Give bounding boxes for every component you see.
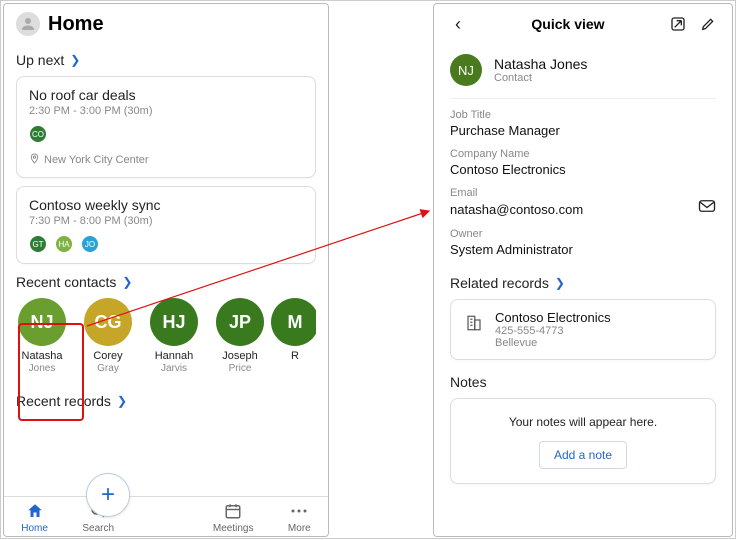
contact-avatar: CG bbox=[84, 298, 132, 346]
field-label: Owner bbox=[450, 228, 716, 240]
recent-records-label: Recent records bbox=[16, 393, 111, 409]
related-title: Contoso Electronics bbox=[495, 310, 611, 325]
contact-type: Contact bbox=[494, 72, 587, 84]
attendee-avatar: CO bbox=[29, 125, 47, 143]
contact-first: Corey bbox=[93, 350, 122, 363]
tab-label: Home bbox=[21, 523, 48, 534]
upnext-label: Up next bbox=[16, 52, 64, 68]
open-button[interactable] bbox=[668, 14, 688, 34]
field-label: Job Title bbox=[450, 109, 716, 121]
field-value: System Administrator bbox=[450, 242, 716, 257]
notes-card: Your notes will appear here. Add a note bbox=[450, 398, 716, 484]
chevron-left-icon: ‹ bbox=[455, 14, 461, 35]
contact-avatar: NJ bbox=[18, 298, 66, 346]
field-label: Email bbox=[450, 187, 716, 199]
tab-label: Meetings bbox=[213, 523, 254, 534]
attendee-avatar: HA bbox=[55, 235, 73, 253]
tab-home[interactable]: Home bbox=[21, 501, 48, 534]
contact-avatar: HJ bbox=[150, 298, 198, 346]
related-phone: 425-555-4773 bbox=[495, 325, 611, 337]
meeting-title: No roof car deals bbox=[29, 87, 303, 103]
recent-records-header[interactable]: Recent records ❯ bbox=[16, 393, 316, 409]
home-header: Home bbox=[4, 4, 328, 42]
recent-contacts-header[interactable]: Recent contacts ❯ bbox=[16, 274, 316, 290]
field-value: Contoso Electronics bbox=[450, 162, 716, 177]
contact-item-joseph[interactable]: JP Joseph Price bbox=[214, 298, 266, 375]
add-note-button[interactable]: Add a note bbox=[539, 441, 627, 469]
contact-avatar: M bbox=[271, 298, 316, 346]
contact-last: Gray bbox=[97, 363, 119, 375]
contacts-row: NJ Natasha Jones CG Corey Gray HJ Hannah… bbox=[16, 298, 316, 375]
tab-label: More bbox=[288, 523, 311, 534]
quick-view-screen: ‹ Quick view NJ Natasha Jones Contact Jo… bbox=[433, 3, 733, 537]
field-job-title: Job Title Purchase Manager bbox=[450, 109, 716, 138]
person-icon bbox=[19, 15, 37, 33]
field-company: Company Name Contoso Electronics bbox=[450, 148, 716, 177]
related-label: Related records bbox=[450, 275, 549, 291]
contact-last: Jarvis bbox=[161, 363, 187, 375]
calendar-icon bbox=[223, 501, 243, 521]
building-icon bbox=[463, 312, 485, 334]
tab-label: Search bbox=[82, 523, 114, 534]
related-city: Bellevue bbox=[495, 337, 611, 349]
chevron-right-icon: ❯ bbox=[70, 53, 80, 67]
meeting-time: 2:30 PM - 3:00 PM (30m) bbox=[29, 105, 303, 117]
back-button[interactable]: ‹ bbox=[448, 14, 468, 34]
contact-avatar: NJ bbox=[450, 54, 482, 86]
contact-first: Joseph bbox=[222, 350, 257, 363]
chevron-right-icon: ❯ bbox=[555, 276, 565, 290]
location-text: New York City Center bbox=[44, 154, 149, 166]
notes-label: Notes bbox=[450, 374, 487, 390]
related-records-header[interactable]: Related records ❯ bbox=[450, 275, 716, 291]
pencil-icon bbox=[700, 16, 716, 32]
upnext-header[interactable]: Up next ❯ bbox=[16, 52, 316, 68]
quick-view-header: ‹ Quick view bbox=[434, 4, 732, 44]
field-value: Purchase Manager bbox=[450, 123, 716, 138]
pin-icon bbox=[29, 153, 40, 167]
contact-first: R bbox=[291, 350, 299, 363]
home-icon bbox=[25, 501, 45, 521]
edit-button[interactable] bbox=[698, 14, 718, 34]
contact-item-hannah[interactable]: HJ Hannah Jarvis bbox=[148, 298, 200, 375]
chevron-right-icon: ❯ bbox=[122, 275, 132, 289]
more-icon bbox=[289, 501, 309, 521]
notes-placeholder: Your notes will appear here. bbox=[463, 415, 703, 429]
add-button[interactable]: + bbox=[86, 473, 130, 517]
contact-first: Hannah bbox=[155, 350, 194, 363]
contact-item-more[interactable]: M R bbox=[280, 298, 310, 375]
field-email: Email natasha@contoso.com bbox=[450, 187, 716, 218]
meeting-title: Contoso weekly sync bbox=[29, 197, 303, 213]
home-screen: Home Up next ❯ No roof car deals 2:30 PM… bbox=[3, 3, 329, 537]
mail-icon[interactable] bbox=[698, 199, 716, 218]
contact-avatar: JP bbox=[216, 298, 264, 346]
contact-first: Natasha bbox=[22, 350, 63, 363]
field-label: Company Name bbox=[450, 148, 716, 160]
attendee-avatar: GT bbox=[29, 235, 47, 253]
quick-view-title: Quick view bbox=[478, 16, 658, 32]
related-record-card[interactable]: Contoso Electronics 425-555-4773 Bellevu… bbox=[450, 299, 716, 360]
meeting-location: New York City Center bbox=[29, 153, 303, 167]
attendee-avatar: JO bbox=[81, 235, 99, 253]
tab-meetings[interactable]: Meetings bbox=[213, 501, 254, 534]
contact-header: NJ Natasha Jones Contact bbox=[450, 48, 716, 99]
tab-more[interactable]: More bbox=[288, 501, 311, 534]
tab-bar: + Home Search Meetings More bbox=[4, 496, 328, 536]
contact-last: Jones bbox=[29, 363, 56, 375]
contact-last: Price bbox=[229, 363, 252, 375]
field-value: natasha@contoso.com bbox=[450, 202, 583, 217]
chevron-right-icon: ❯ bbox=[117, 394, 127, 408]
contact-item-corey[interactable]: CG Corey Gray bbox=[82, 298, 134, 375]
plus-icon: + bbox=[101, 481, 115, 509]
meeting-time: 7:30 PM - 8:00 PM (30m) bbox=[29, 215, 303, 227]
page-title: Home bbox=[48, 13, 104, 36]
contact-item-natasha[interactable]: NJ Natasha Jones bbox=[16, 298, 68, 375]
recent-contacts-label: Recent contacts bbox=[16, 274, 116, 290]
meeting-card[interactable]: No roof car deals 2:30 PM - 3:00 PM (30m… bbox=[16, 76, 316, 178]
open-external-icon bbox=[670, 16, 686, 32]
meeting-card[interactable]: Contoso weekly sync 7:30 PM - 8:00 PM (3… bbox=[16, 186, 316, 264]
field-owner: Owner System Administrator bbox=[450, 228, 716, 257]
contact-name: Natasha Jones bbox=[494, 56, 587, 72]
notes-header: Notes bbox=[450, 374, 716, 390]
user-avatar[interactable] bbox=[16, 12, 40, 36]
